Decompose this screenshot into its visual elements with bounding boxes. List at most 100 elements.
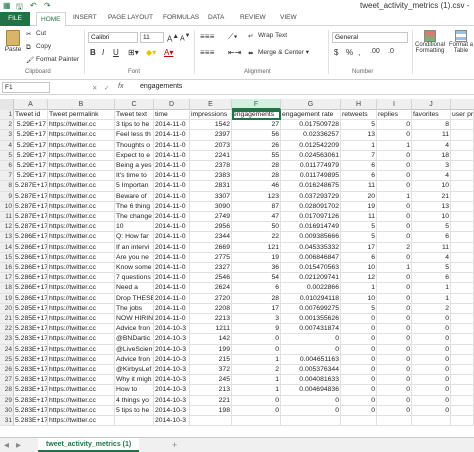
sheet-tab[interactable]: tweet_activity_metrics (1) [38,438,140,452]
table-cell[interactable]: 0 [377,120,412,131]
table-cell[interactable]: 5 [341,303,377,314]
table-cell[interactable]: 0 [377,201,412,212]
row-number[interactable]: 3 [0,130,14,141]
column-header-b[interactable]: B [48,99,115,110]
table-cell[interactable]: 2014-11-0 [154,150,190,161]
table-cell[interactable]: 2014-11-0 [154,293,190,304]
table-cell[interactable]: 2014-11-0 [154,212,190,223]
row-number[interactable]: 20 [0,303,14,314]
table-cell[interactable]: 2014-10-3 [154,354,190,365]
table-cell[interactable]: The change [115,212,154,223]
header-cell[interactable]: impressions [190,110,232,121]
table-cell[interactable]: 2014-10-3 [154,344,190,355]
table-cell[interactable]: 0 [341,405,377,416]
table-cell[interactable]: 2720 [190,293,232,304]
table-cell[interactable]: 0 [412,365,451,376]
table-cell[interactable]: 0 [281,395,341,406]
header-cell[interactable]: engagement rate [281,110,341,121]
table-cell[interactable]: 4 [412,140,451,151]
table-cell[interactable] [232,416,281,427]
table-cell[interactable] [451,150,474,161]
table-cell[interactable]: 0 [412,395,451,406]
conditional-formatting-button[interactable]: Conditional Formatting [415,30,445,54]
table-cell[interactable]: Advice fron [115,324,154,335]
table-cell[interactable]: 5.286E+17 [14,232,48,243]
table-cell[interactable]: 2 [232,365,281,376]
font-name-select[interactable]: Calibri [88,32,138,43]
table-cell[interactable] [377,416,412,427]
table-cell[interactable]: 2014-11-0 [154,171,190,182]
table-cell[interactable]: 2014-11-0 [154,303,190,314]
table-cell[interactable]: 6 [341,171,377,182]
table-cell[interactable]: 7 questions [115,273,154,284]
table-cell[interactable]: 0 [232,395,281,406]
table-cell[interactable]: 13 [412,201,451,212]
table-cell[interactable]: 0 [341,395,377,406]
table-cell[interactable]: Expect to e [115,150,154,161]
table-cell[interactable]: https://twitter.cc [48,171,115,182]
table-cell[interactable]: 0 [281,344,341,355]
row-number[interactable]: 16 [0,263,14,274]
table-cell[interactable]: 5.283E+17 [14,416,48,427]
column-header-j[interactable]: J [412,99,451,110]
table-cell[interactable]: 0 [341,314,377,325]
table-cell[interactable] [412,416,451,427]
table-cell[interactable]: 0 [281,334,341,345]
table-cell[interactable]: 3 [412,161,451,172]
table-cell[interactable]: 0.016248675 [281,181,341,192]
table-cell[interactable]: 5.286E+17 [14,283,48,294]
table-cell[interactable]: 10 [341,263,377,274]
table-cell[interactable]: 2014-11-0 [154,314,190,325]
table-cell[interactable]: 0.017097126 [281,212,341,223]
table-cell[interactable]: 0.024563061 [281,150,341,161]
column-header-a[interactable]: A [14,99,48,110]
table-cell[interactable]: 5.286E+17 [14,252,48,263]
table-cell[interactable]: 2383 [190,171,232,182]
table-cell[interactable]: 199 [190,344,232,355]
format-as-table-button[interactable]: Format a Table [448,30,474,54]
table-cell[interactable]: 11 [412,130,451,141]
table-cell[interactable] [451,171,474,182]
table-cell[interactable]: 0.016914749 [281,222,341,233]
column-header-e[interactable]: E [190,99,232,110]
table-cell[interactable]: https://twitter.cc [48,273,115,284]
row-number[interactable]: 19 [0,293,14,304]
table-cell[interactable]: https://twitter.cc [48,252,115,263]
table-cell[interactable]: 2378 [190,161,232,172]
table-cell[interactable]: 46 [232,181,281,192]
table-cell[interactable]: 0.004651163 [281,354,341,365]
table-cell[interactable]: 0 [377,365,412,376]
table-cell[interactable]: 2213 [190,314,232,325]
table-cell[interactable]: 0.007699275 [281,303,341,314]
table-cell[interactable]: Why it migh [115,375,154,386]
table-cell[interactable]: 0.037293729 [281,191,341,202]
table-cell[interactable]: 5.287E+17 [14,222,48,233]
table-cell[interactable]: 0 [232,344,281,355]
row-number[interactable]: 24 [0,344,14,355]
add-sheet-button[interactable]: + [172,440,177,450]
table-cell[interactable]: 2546 [190,273,232,284]
header-cell[interactable]: replies [377,110,412,121]
table-cell[interactable]: https://twitter.cc [48,212,115,223]
table-cell[interactable]: https://twitter.cc [48,375,115,386]
column-header-c[interactable]: C [115,99,154,110]
row-number[interactable]: 17 [0,273,14,284]
column-header-f[interactable]: F [232,99,281,110]
tab-view[interactable]: VIEW [280,14,297,21]
table-cell[interactable]: @KirbysLef [115,365,154,376]
table-cell[interactable]: 0 [341,324,377,335]
table-cell[interactable]: 0 [377,324,412,335]
table-cell[interactable]: 5.283E+17 [14,334,48,345]
table-cell[interactable]: https://twitter.cc [48,344,115,355]
row-number[interactable]: 23 [0,334,14,345]
table-cell[interactable] [190,416,232,427]
table-cell[interactable]: https://twitter.cc [48,303,115,314]
table-cell[interactable]: 0 [412,385,451,396]
table-cell[interactable]: Being a yes [115,161,154,172]
fill-color-icon[interactable]: ◆▾ [146,48,156,57]
table-cell[interactable] [451,140,474,151]
table-cell[interactable]: 0.001355626 [281,314,341,325]
table-cell[interactable] [115,416,154,427]
table-cell[interactable] [451,242,474,253]
table-cell[interactable]: 0 [232,334,281,345]
